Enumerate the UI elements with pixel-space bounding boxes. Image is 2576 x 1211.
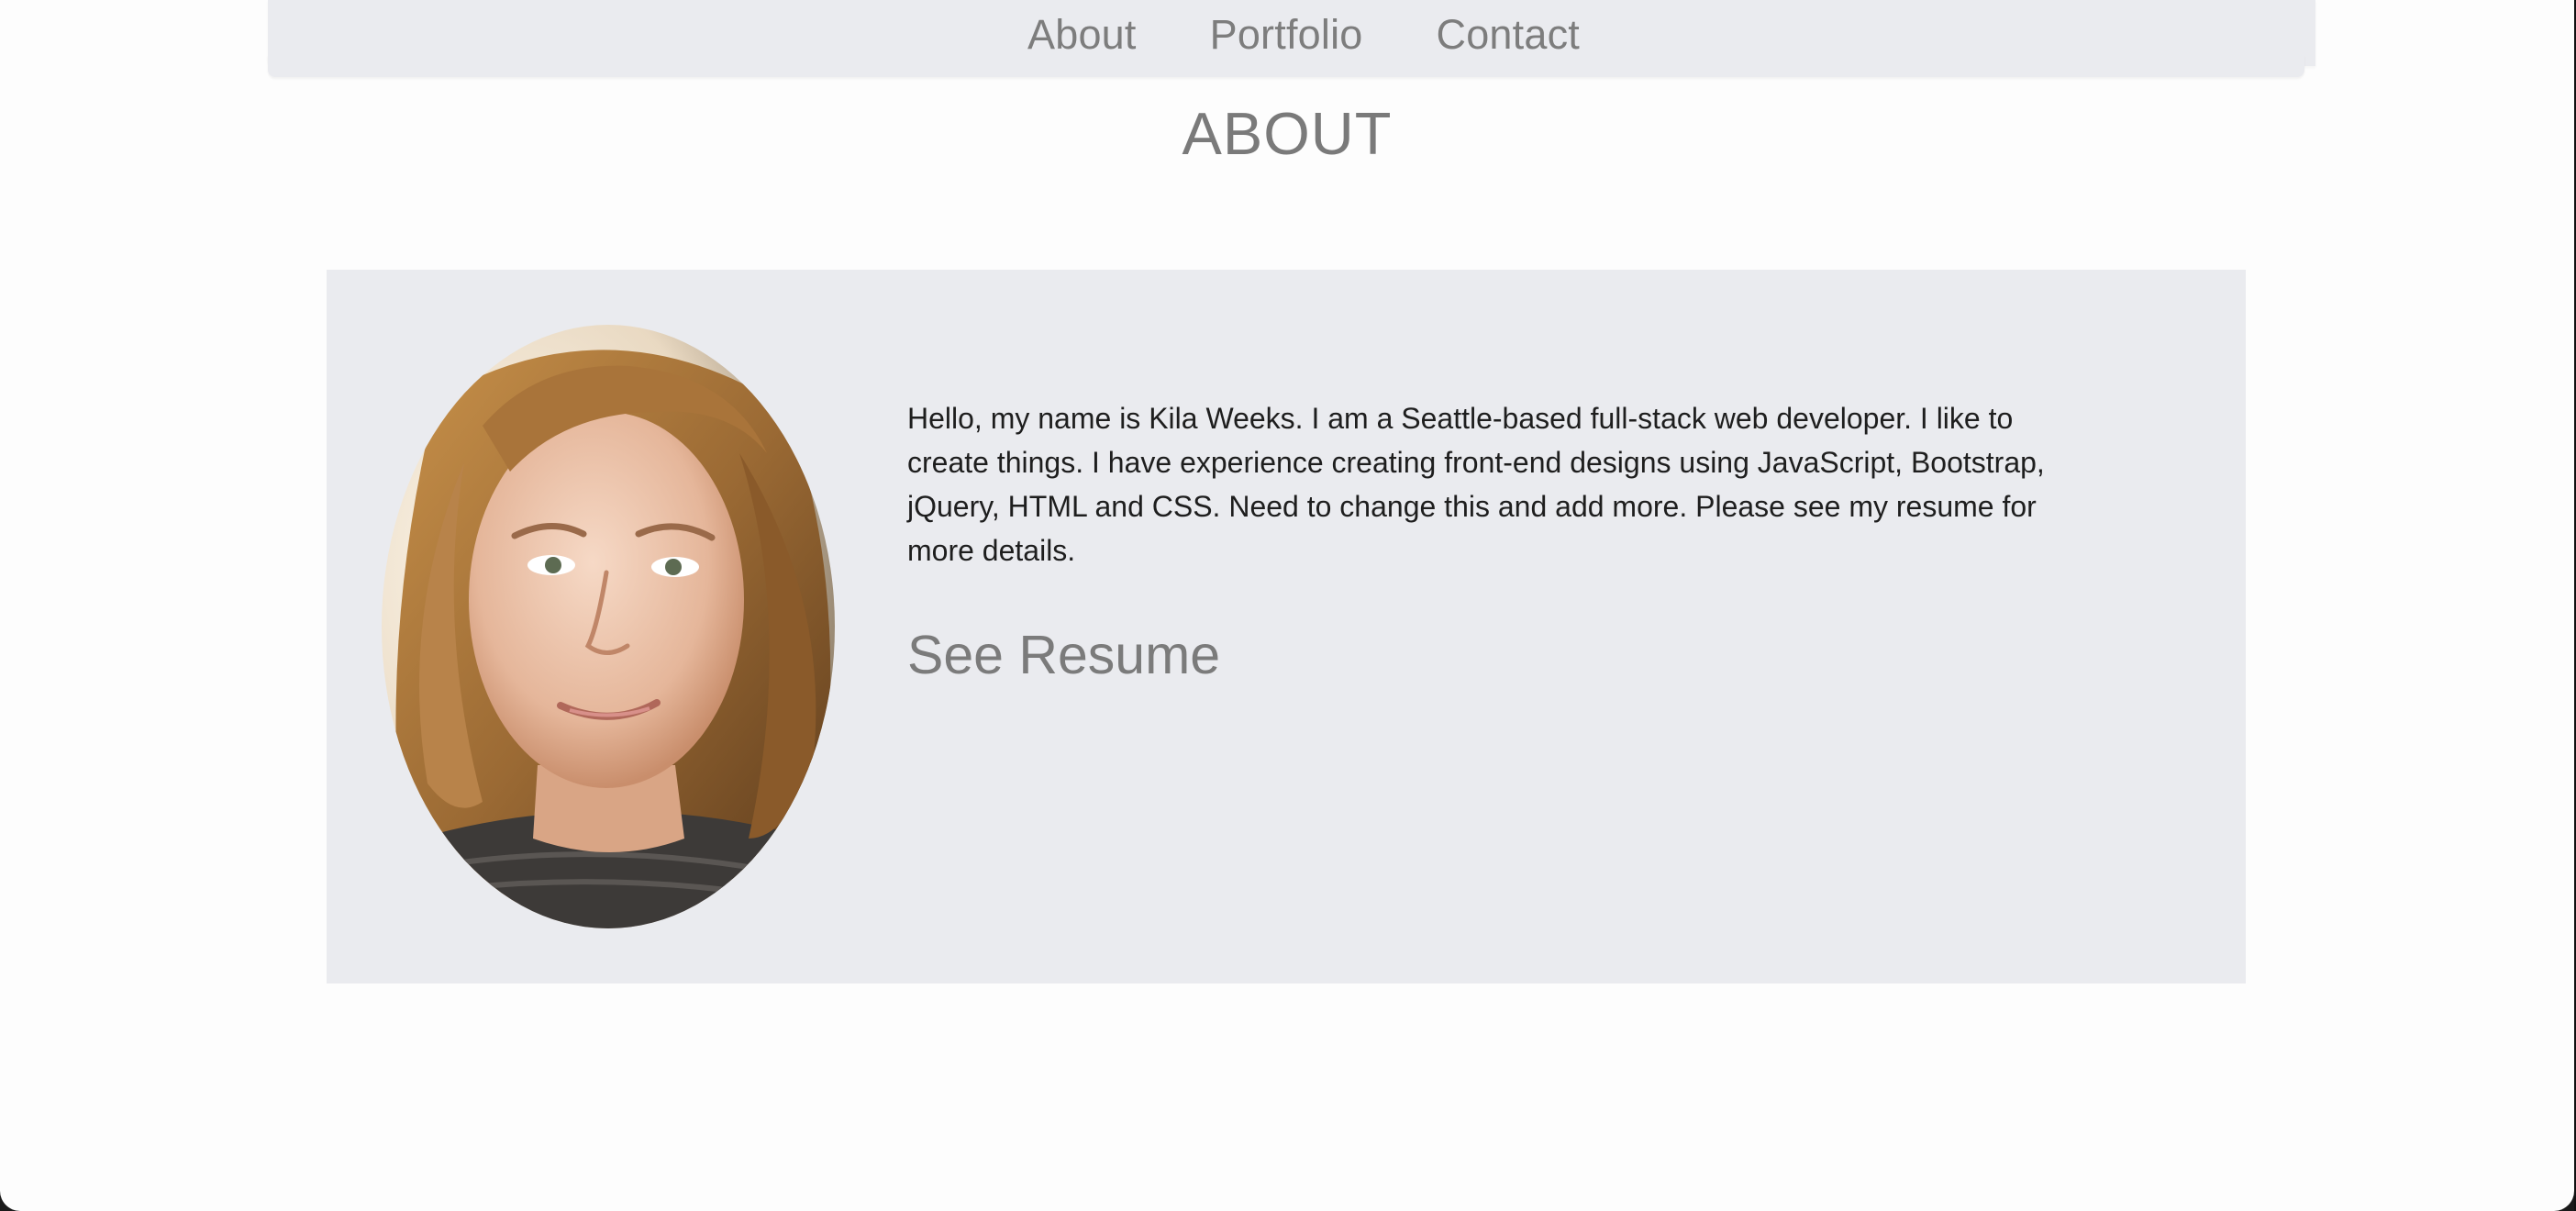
about-card: Hello, my name is Kila Weeks. I am a Sea… — [327, 270, 2246, 983]
main-nav: About Portfolio Contact — [268, 0, 2304, 70]
nav-link-contact[interactable]: Contact — [1437, 11, 1580, 59]
profile-photo — [382, 325, 835, 928]
nav-link-portfolio[interactable]: Portfolio — [1210, 11, 1363, 59]
nav-link-about[interactable]: About — [1027, 11, 1137, 59]
see-resume-link[interactable]: See Resume — [907, 624, 1220, 686]
bio-paragraph: Hello, my name is Kila Weeks. I am a Sea… — [907, 402, 2045, 567]
page-title: ABOUT — [1182, 100, 1393, 167]
browser-viewport: About Portfolio Contact ABOUT Hello, my … — [0, 0, 2574, 1211]
